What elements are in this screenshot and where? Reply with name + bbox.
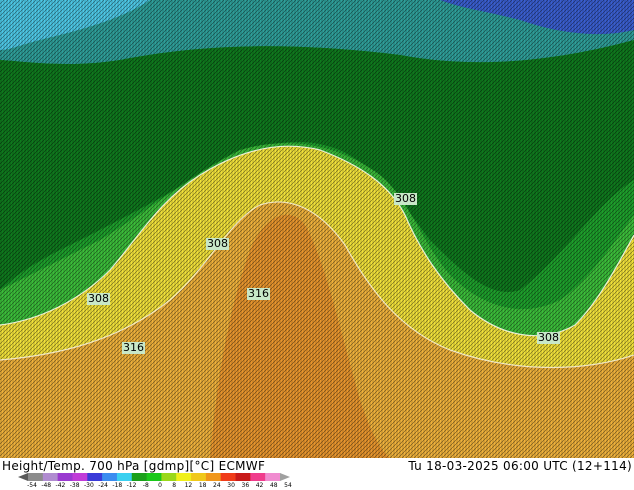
colorbar-segment [161,473,177,481]
colorbar-tick-label: -18 [112,482,123,489]
colorbar-segment [116,473,133,481]
contour-label: 308 [537,331,560,344]
colorbar-tick-label: -24 [98,482,109,489]
colorbar-segment [131,473,148,481]
temperature-field [0,0,634,458]
contour-label: 308 [394,192,417,205]
map-title: Height/Temp. 700 hPa [gdmp][°C] ECMWF [2,459,266,473]
colorbar-segment [87,473,103,481]
colorbar-segment [235,473,251,481]
colorbar-segment [191,473,207,481]
contour-label: 308 [206,237,229,250]
colorbar-tick-label: -48 [41,482,52,489]
colorbar-segment [146,473,162,481]
colorbar-segment [265,473,281,481]
barb-overlay-vertical [0,0,634,458]
colorbar-segment [176,473,192,481]
colorbar-tick-label: 48 [269,482,278,489]
colorbar [18,473,290,481]
colorbar-tick-label: 12 [184,482,193,489]
contour-label: 316 [247,287,270,300]
colorbar-tick-label: -8 [142,482,149,489]
colorbar-segment [57,473,73,481]
colorbar-tick-label: 54 [284,482,292,489]
colorbar-tick-label: 0 [158,482,162,489]
colorbar-tick-labels: -54 -48 -42 -38 -30 -24 -18 -12 -8 0 8 12 18 24 30 36 42… [0,482,300,490]
colorbar-tick-label: 24 [213,482,221,489]
colorbar-tick-label: 36 [241,482,250,489]
contour-label: 308 [87,292,110,305]
colorbar-segment [102,473,118,481]
weather-map: 308 308 308 316 316 308 [0,0,634,458]
colorbar-tick-label: -54 [27,482,37,489]
colorbar-tick-label: 30 [227,482,235,489]
colorbar-segment [42,473,59,481]
colorbar-tick-label: -38 [69,482,80,489]
colorbar-arrow-left [18,473,28,481]
colorbar-tick-label: -30 [83,482,94,489]
forecast-datetime: Tu 18-03-2025 06:00 UTC (12+114) [408,459,632,473]
colorbar-tick-label: 42 [255,482,264,489]
colorbar-tick-label: 8 [172,482,177,489]
contour-label: 316 [122,341,145,354]
colorbar-segment [28,473,44,481]
colorbar-tick-label: 18 [198,482,207,489]
colorbar-segment [72,473,88,481]
map-footer: Height/Temp. 700 hPa [gdmp][°C] ECMWF Tu… [0,458,634,490]
colorbar-segment [205,473,222,481]
colorbar-arrow-right [280,473,290,481]
colorbar-segment [220,473,237,481]
colorbar-tick-label: -42 [55,482,66,489]
colorbar-segment [250,473,266,481]
colorbar-tick-label: -12 [126,482,137,489]
